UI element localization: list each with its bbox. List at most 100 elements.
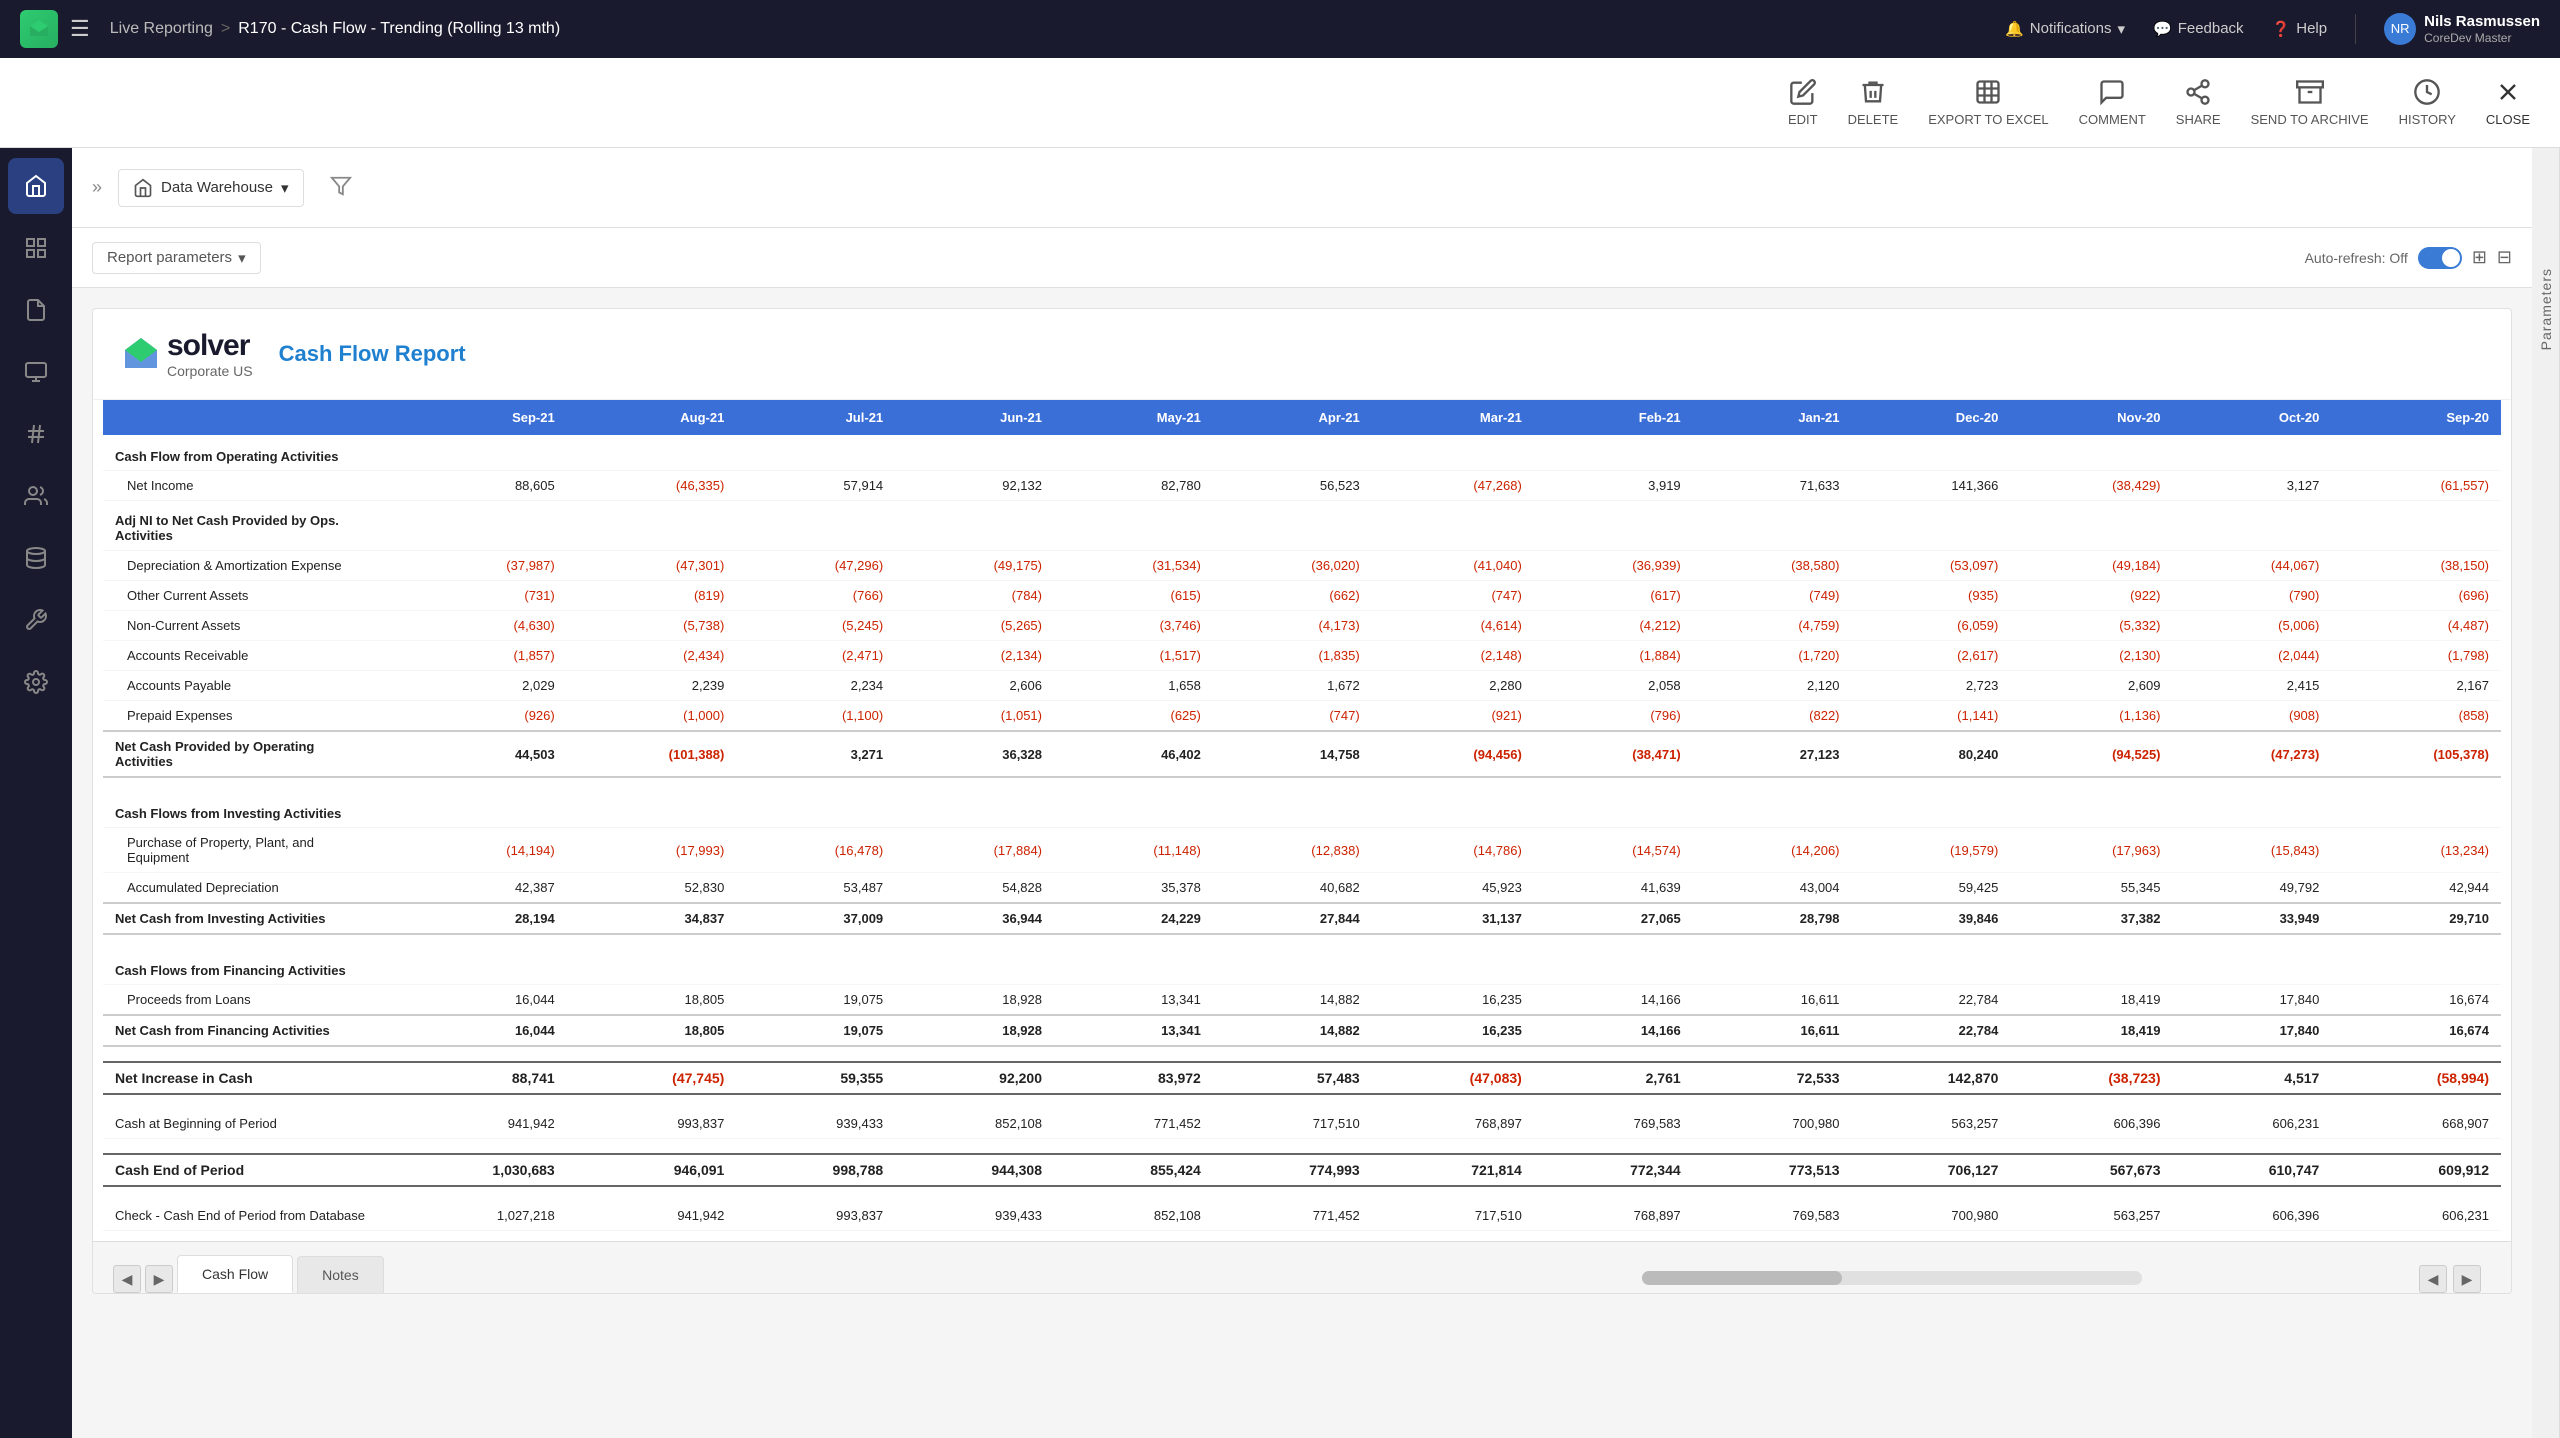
spacer-row [103, 1094, 2501, 1109]
row-cell [383, 501, 567, 551]
sidebar-item-documents[interactable] [8, 282, 64, 338]
row-cell [1213, 949, 1372, 985]
sidebar-item-settings[interactable] [8, 654, 64, 710]
list-view-icon[interactable]: ⊟ [2497, 247, 2512, 268]
sidebar-item-reports[interactable] [8, 220, 64, 276]
tab-prev-button[interactable]: ◀ [113, 1265, 141, 1293]
h-scroll-thumb[interactable] [1642, 1271, 1842, 1285]
row-cell: 563,257 [1852, 1109, 2011, 1139]
comment-button[interactable]: COMMENT [2079, 78, 2146, 127]
help-button[interactable]: ❓ Help [2272, 20, 2328, 38]
row-cell [1054, 501, 1213, 551]
row-cell: (2,617) [1852, 641, 2011, 671]
row-cell: 13,341 [1054, 1015, 1213, 1046]
table-row: Net Cash from Financing Activities16,044… [103, 1015, 2501, 1046]
row-cell: 53,487 [736, 873, 895, 904]
expand-button[interactable]: » [92, 177, 102, 198]
h-scroll-track[interactable] [1642, 1271, 2142, 1285]
row-cell: (19,579) [1852, 828, 2011, 873]
row-label: Accumulated Depreciation [103, 873, 383, 904]
scroll-left-button[interactable]: ◀ [2419, 1265, 2447, 1293]
row-cell: (2,471) [736, 641, 895, 671]
row-cell [567, 792, 737, 828]
row-cell [1693, 949, 1852, 985]
solver-brand: solver [167, 329, 253, 363]
row-cell: 59,355 [736, 1062, 895, 1094]
row-cell: 42,387 [383, 873, 567, 904]
row-cell [2010, 501, 2172, 551]
user-name: Nils Rasmussen [2424, 13, 2540, 31]
report-header: solver Corporate US Cash Flow Report [93, 309, 2511, 400]
row-cell [895, 949, 1054, 985]
notifications-button[interactable]: 🔔 Notifications ▾ [2005, 20, 2125, 38]
row-cell: (14,786) [1372, 828, 1534, 873]
row-cell: (13,234) [2331, 828, 2501, 873]
user-menu[interactable]: NR Nils Rasmussen CoreDev Master [2384, 13, 2540, 45]
row-cell: 16,235 [1372, 1015, 1534, 1046]
row-cell: (1,720) [1693, 641, 1852, 671]
row-cell: (37,987) [383, 551, 567, 581]
row-cell [1054, 792, 1213, 828]
feedback-button[interactable]: 💬 Feedback [2153, 20, 2244, 38]
hamburger-menu[interactable]: ☰ [70, 16, 90, 42]
report-tabs: ◀ ▶ Cash Flow Notes ◀ [93, 1241, 2511, 1293]
row-cell: (38,150) [2331, 551, 2501, 581]
delete-button[interactable]: DELETE [1848, 78, 1899, 127]
row-cell: 2,280 [1372, 671, 1534, 701]
row-cell: (17,884) [895, 828, 1054, 873]
send-to-archive-button[interactable]: SEND TO ARCHIVE [2251, 78, 2369, 127]
breadcrumb-parent[interactable]: Live Reporting [110, 20, 213, 38]
history-button[interactable]: HISTORY [2399, 78, 2456, 127]
row-cell: 82,780 [1054, 471, 1213, 501]
col-header-may21: May-21 [1054, 400, 1213, 435]
sidebar-item-data[interactable] [8, 530, 64, 586]
row-cell: 24,229 [1054, 903, 1213, 934]
row-cell: (1,100) [736, 701, 895, 732]
report-parameters-button[interactable]: Report parameters ▾ [92, 242, 261, 274]
share-button[interactable]: SHARE [2176, 78, 2221, 127]
tab-notes[interactable]: Notes [297, 1256, 384, 1293]
row-cell: 27,065 [1534, 903, 1693, 934]
row-cell: 17,840 [2173, 985, 2332, 1016]
row-cell [1213, 435, 1372, 471]
row-cell: 83,972 [1054, 1062, 1213, 1094]
edit-button[interactable]: EDIT [1788, 78, 1818, 127]
row-cell: (1,136) [2010, 701, 2172, 732]
sidebar-item-tools[interactable] [8, 592, 64, 648]
app-logo [20, 10, 58, 48]
horizontal-scrollbar[interactable] [1378, 1263, 2405, 1293]
scroll-right-button[interactable]: ▶ [2453, 1265, 2481, 1293]
col-header-dec20: Dec-20 [1852, 400, 2011, 435]
row-cell: 72,533 [1693, 1062, 1852, 1094]
row-cell [567, 435, 737, 471]
sidebar-item-users[interactable] [8, 468, 64, 524]
sidebar-item-numbers[interactable] [8, 406, 64, 462]
row-cell: 567,673 [2010, 1154, 2172, 1186]
row-cell: (1,835) [1213, 641, 1372, 671]
row-cell: 35,378 [1054, 873, 1213, 904]
row-cell: 88,605 [383, 471, 567, 501]
row-cell: 27,123 [1693, 731, 1852, 777]
row-cell: (1,884) [1534, 641, 1693, 671]
tab-cash-flow[interactable]: Cash Flow [177, 1255, 293, 1293]
row-cell [567, 501, 737, 551]
export-to-excel-button[interactable]: EXPORT TO EXCEL [1928, 78, 2048, 127]
grid-view-icon[interactable]: ⊞ [2472, 247, 2487, 268]
warehouse-selector[interactable]: Data Warehouse ▾ [118, 169, 304, 207]
row-label: Net Cash from Investing Activities [103, 903, 383, 934]
row-label: Net Cash Provided by Operating Activitie… [103, 731, 383, 777]
sidebar-item-home[interactable] [8, 158, 64, 214]
report-title-section: Cash Flow Report [279, 341, 466, 367]
sidebar-item-pages[interactable] [8, 344, 64, 400]
tab-next-button[interactable]: ▶ [145, 1265, 173, 1293]
row-cell: 773,513 [1693, 1154, 1852, 1186]
auto-refresh-toggle[interactable] [2418, 247, 2462, 269]
row-cell: 49,792 [2173, 873, 2332, 904]
row-cell: (47,296) [736, 551, 895, 581]
close-button[interactable]: CLOSE [2486, 78, 2530, 127]
row-cell: (4,759) [1693, 611, 1852, 641]
filter-button[interactable] [330, 175, 352, 200]
row-cell: (1,517) [1054, 641, 1213, 671]
table-row: Check - Cash End of Period from Database… [103, 1201, 2501, 1231]
row-cell: 2,761 [1534, 1062, 1693, 1094]
